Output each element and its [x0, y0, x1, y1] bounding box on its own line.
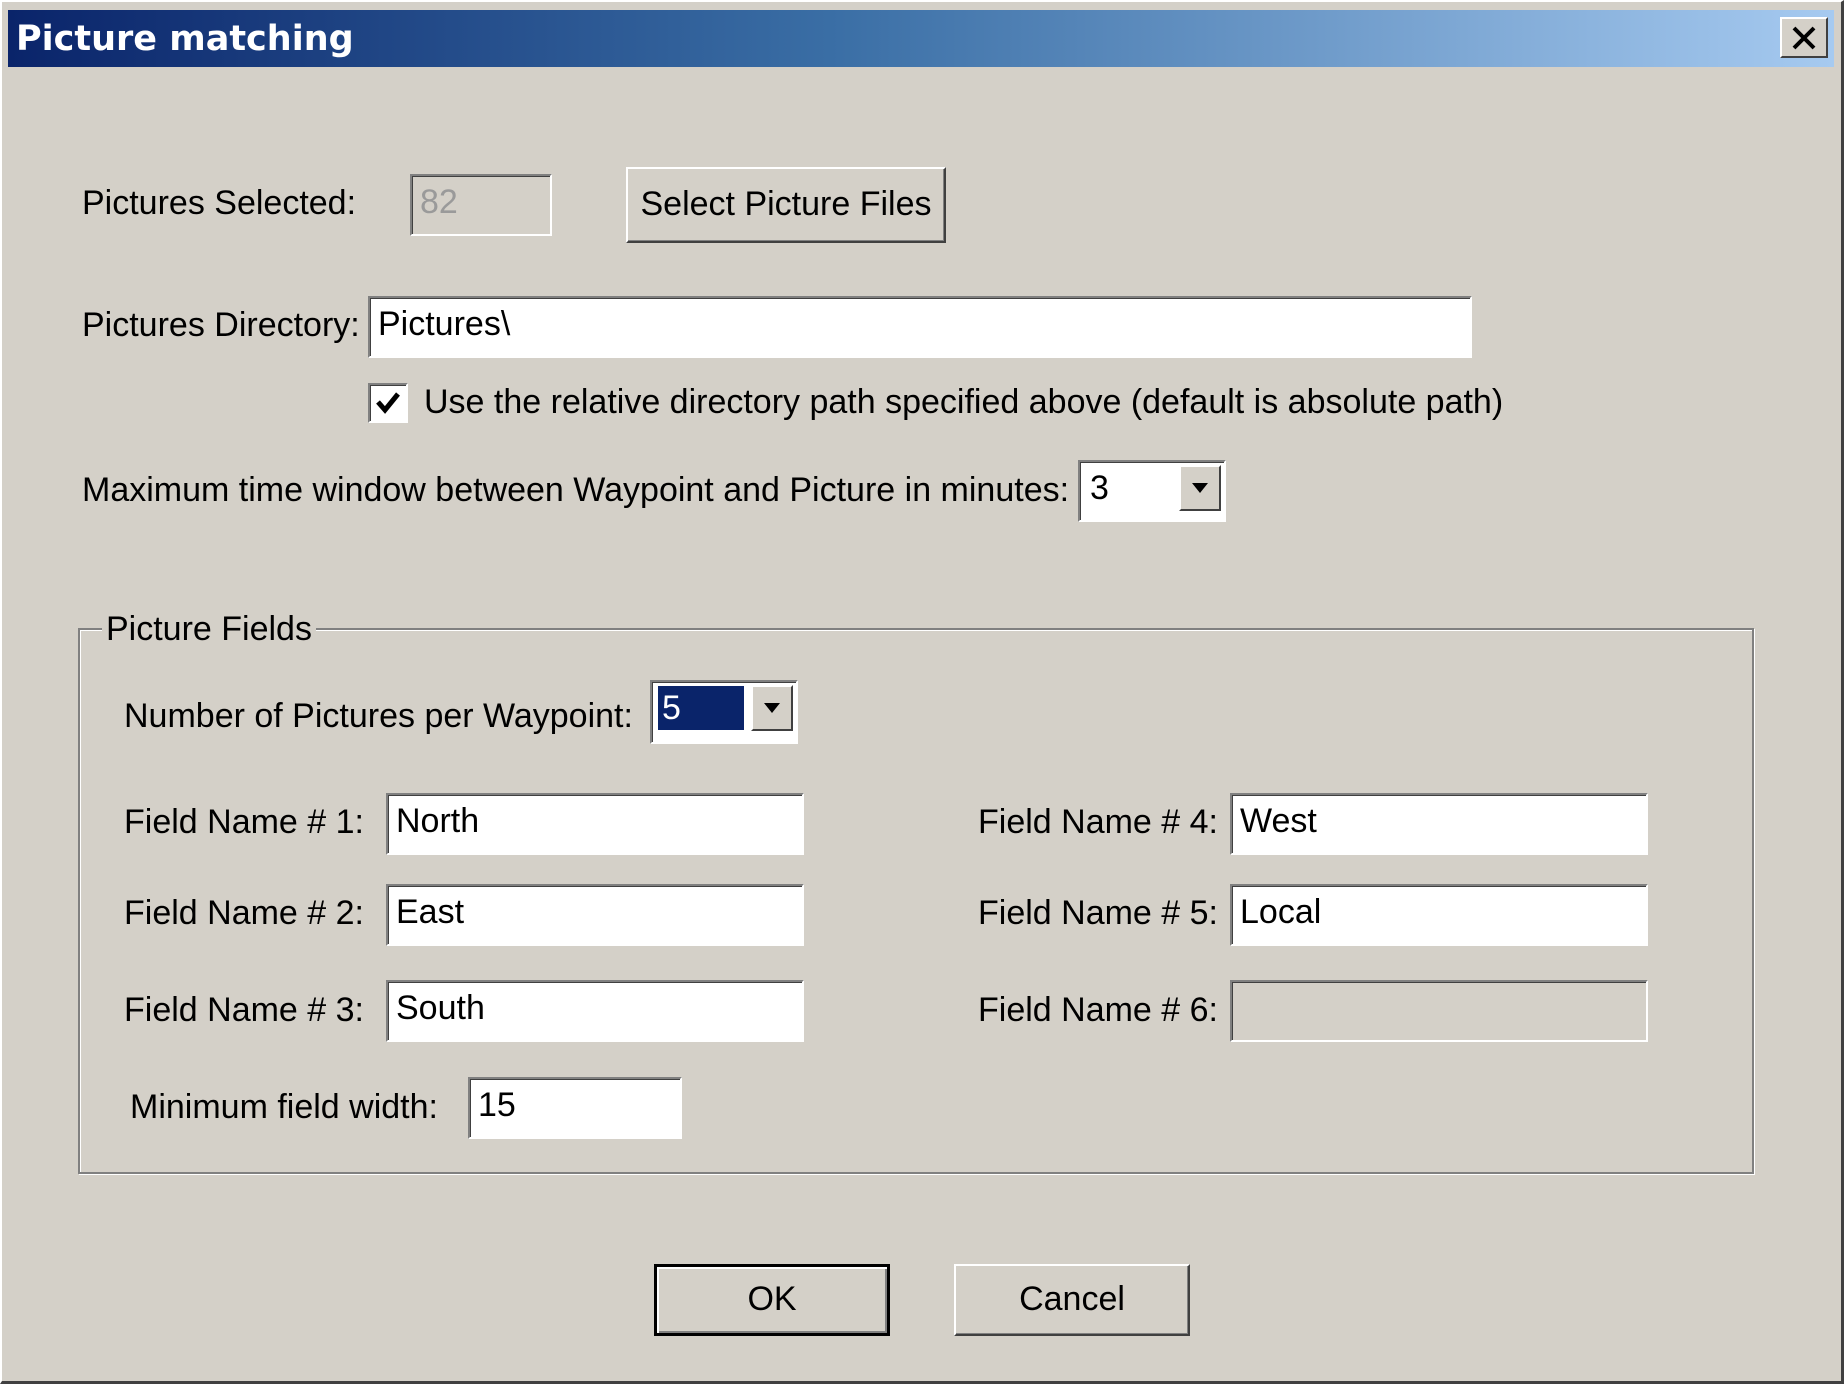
time-window-dropdown-button[interactable]: [1179, 465, 1221, 511]
relative-path-checkbox[interactable]: [368, 383, 408, 423]
min-field-width-label: Minimum field width:: [130, 1088, 438, 1126]
pictures-directory-label: Pictures Directory:: [82, 306, 360, 344]
relative-path-checkbox-label[interactable]: Use the relative directory path specifie…: [424, 382, 1503, 422]
ok-button[interactable]: OK: [654, 1264, 890, 1336]
field-name-1-label: Field Name # 1:: [124, 803, 364, 841]
pictures-per-waypoint-dropdown-button[interactable]: [751, 685, 793, 731]
min-field-width-input[interactable]: 15: [468, 1077, 682, 1139]
checkmark-icon: [376, 392, 400, 414]
cancel-button[interactable]: Cancel: [954, 1264, 1190, 1336]
picture-matching-dialog: Picture matching Pictures Selected: 82 S…: [0, 0, 1844, 1384]
field-name-1-input[interactable]: North: [386, 793, 804, 855]
pictures-selected-label: Pictures Selected:: [82, 184, 357, 222]
field-name-4-input[interactable]: West: [1230, 793, 1648, 855]
close-button[interactable]: [1780, 17, 1828, 58]
pictures-selected-count: 82: [410, 174, 552, 236]
chevron-down-icon: [1192, 483, 1208, 493]
field-name-4-label: Field Name # 4:: [978, 803, 1218, 841]
pictures-directory-input[interactable]: Pictures\: [368, 296, 1472, 358]
field-name-3-input[interactable]: South: [386, 980, 804, 1042]
pictures-per-waypoint-value: 5: [658, 686, 744, 730]
select-picture-files-button[interactable]: Select Picture Files: [626, 167, 946, 243]
field-name-5-input[interactable]: Local: [1230, 884, 1648, 946]
window-title: Picture matching: [16, 19, 354, 59]
field-name-2-label: Field Name # 2:: [124, 894, 364, 932]
field-name-5-label: Field Name # 5:: [978, 894, 1218, 932]
time-window-value: 3: [1090, 469, 1109, 507]
chevron-down-icon: [764, 703, 780, 713]
field-name-3-label: Field Name # 3:: [124, 991, 364, 1029]
time-window-dropdown[interactable]: 3: [1078, 460, 1226, 522]
title-bar[interactable]: Picture matching: [8, 10, 1834, 67]
time-window-label: Maximum time window between Waypoint and…: [82, 471, 1070, 509]
field-name-6-input: [1230, 980, 1648, 1042]
field-name-2-input[interactable]: East: [386, 884, 804, 946]
field-name-6-label: Field Name # 6:: [978, 991, 1218, 1029]
close-icon: [1792, 26, 1816, 50]
pictures-per-waypoint-label: Number of Pictures per Waypoint:: [124, 697, 633, 735]
picture-fields-legend: Picture Fields: [102, 609, 316, 649]
pictures-per-waypoint-dropdown[interactable]: 5: [650, 680, 798, 744]
